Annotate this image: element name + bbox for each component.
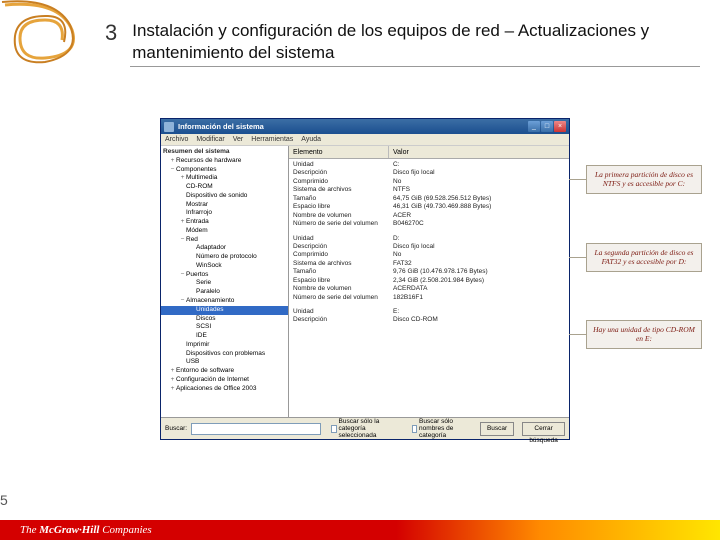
search-input[interactable] [191,423,321,435]
menu-ayuda[interactable]: Ayuda [301,136,321,143]
tree-item[interactable]: CD-ROM [161,183,288,192]
titlebar: Información del sistema _ □ × [161,119,569,134]
footer-bar: The McGraw·Hill Companies [0,520,720,540]
column-headers: Elemento Valor [289,146,569,159]
tree-item[interactable]: Módem [161,227,288,236]
col-valor[interactable]: Valor [389,146,569,158]
tree-item[interactable]: Serie [161,279,288,288]
footer-brand: The McGraw·Hill Companies [0,524,152,536]
callout-partition-d: La segunda partición de disco es FAT32 y… [586,243,702,272]
data-row[interactable]: Sistema de archivosFAT32 [289,260,569,268]
tree-item[interactable]: IDE [161,332,288,341]
search-button[interactable]: Buscar [480,422,514,436]
search-only-category[interactable]: Buscar sólo la categoría seleccionada [331,418,402,439]
tree-item[interactable]: −Almacenamiento [161,297,288,306]
data-row[interactable]: DescripciónDisco CD-ROM [289,316,569,324]
content-panel: Elemento Valor UnidadC:DescripciónDisco … [289,146,569,417]
tree-item[interactable]: Mostrar [161,201,288,210]
search-label: Buscar: [165,425,187,432]
tree-item[interactable]: +Configuración de Internet [161,376,288,385]
close-button[interactable]: × [554,121,566,132]
tree-item[interactable]: USB [161,358,288,367]
menubar: Archivo Modificar Ver Herramientas Ayuda [161,134,569,146]
tree-item[interactable]: +Multimedia [161,174,288,183]
page-fragment: 5 [0,492,8,508]
data-row[interactable]: Tamaño9,76 GiB (10.476.978.176 Bytes) [289,268,569,276]
data-row[interactable]: Nombre de volumenACER [289,212,569,220]
tree-item[interactable]: Dispositivo de sonido [161,192,288,201]
tree-item[interactable]: +Entrada [161,218,288,227]
tree-item[interactable]: Discos [161,315,288,324]
tree-item[interactable]: +Recursos de hardware [161,157,288,166]
data-row[interactable]: Espacio libre2,34 GiB (2.508.201.984 Byt… [289,277,569,285]
slide-title: Instalación y configuración de los equip… [132,20,700,64]
tree-panel[interactable]: Resumen del sistema +Recursos de hardwar… [161,146,289,417]
callout-partition-c: La primera partición de disco es NTFS y … [586,165,702,194]
tree-item[interactable]: Infrarrojo [161,209,288,218]
app-icon [164,122,174,132]
data-row[interactable]: Número de serie del volumen182B16F1 [289,294,569,302]
data-row[interactable]: ComprimidoNo [289,178,569,186]
col-elemento[interactable]: Elemento [289,146,389,158]
data-row[interactable]: ComprimidoNo [289,251,569,259]
tree-item[interactable]: +Aplicaciones de Office 2003 [161,385,288,394]
menu-herramientas[interactable]: Herramientas [251,136,293,143]
menu-modificar[interactable]: Modificar [196,136,224,143]
tree-item[interactable]: SCSI [161,323,288,332]
tree-item[interactable]: −Componentes [161,166,288,175]
tree-item[interactable]: −Puertos [161,271,288,280]
search-bar: Buscar: Buscar sólo la categoría selecci… [161,417,569,439]
rows-container: UnidadC:DescripciónDisco fijo localCompr… [289,159,569,327]
search-only-names[interactable]: Buscar sólo nombres de categoría [412,418,476,439]
tree-item[interactable]: WinSock [161,262,288,271]
tree-item[interactable]: Imprimir [161,341,288,350]
data-row[interactable]: Número de serie del volumenB046270C [289,220,569,228]
tree-item[interactable]: Unidades [161,306,288,315]
system-info-window: Información del sistema _ □ × Archivo Mo… [160,118,570,440]
data-row[interactable]: Tamaño64,75 GiB (69.528.256.512 Bytes) [289,195,569,203]
maximize-button[interactable]: □ [541,121,553,132]
minimize-button[interactable]: _ [528,121,540,132]
window-title: Información del sistema [178,122,528,131]
data-row[interactable]: UnidadD: [289,235,569,243]
menu-archivo[interactable]: Archivo [165,136,188,143]
header-divider [130,66,700,67]
tree-item[interactable]: Número de protocolo [161,253,288,262]
data-row[interactable]: Sistema de archivosNTFS [289,186,569,194]
tree-item[interactable]: −Red [161,236,288,245]
data-row[interactable]: DescripciónDisco fijo local [289,169,569,177]
slide-number: 3 [105,20,117,46]
brand-swirl-graphic [0,0,100,80]
tree-item[interactable]: +Entorno de software [161,367,288,376]
data-row[interactable]: DescripciónDisco fijo local [289,243,569,251]
tree-item[interactable]: Paralelo [161,288,288,297]
tree-item[interactable]: Adaptador [161,244,288,253]
clear-search-button[interactable]: Cerrar búsqueda [522,422,565,436]
data-row[interactable]: UnidadC: [289,161,569,169]
data-row[interactable]: Nombre de volumenACERDATA [289,285,569,293]
tree-root[interactable]: Resumen del sistema [161,148,288,157]
data-row[interactable]: UnidadE: [289,308,569,316]
callout-cdrom-e: Hay una unidad de tipo CD-ROM en E: [586,320,702,349]
tree-item[interactable]: Dispositivos con problemas [161,350,288,359]
menu-ver[interactable]: Ver [233,136,244,143]
data-row[interactable]: Espacio libre46,31 GiB (49.730.469.888 B… [289,203,569,211]
